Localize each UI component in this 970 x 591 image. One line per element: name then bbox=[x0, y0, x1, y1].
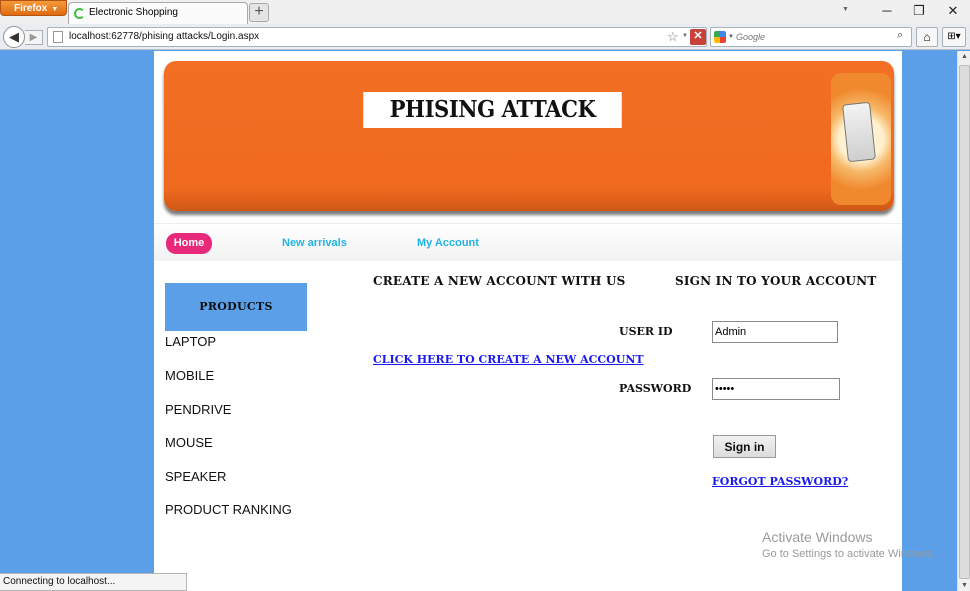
signin-title: SIGN IN TO YOUR ACCOUNT bbox=[675, 274, 877, 288]
site-title: PHISING ATTACK bbox=[363, 92, 622, 128]
back-forward-group: ◀ ▶ bbox=[3, 26, 43, 48]
scroll-up-icon[interactable]: ▲ bbox=[961, 53, 968, 60]
search-icon[interactable]: ⌕ bbox=[897, 29, 903, 42]
scroll-down-icon[interactable]: ▼ bbox=[961, 582, 968, 589]
sidebar-item-pendrive[interactable]: PENDRIVE bbox=[165, 402, 231, 417]
sign-in-button[interactable]: Sign in bbox=[713, 435, 776, 458]
url-text: localhost:62778/phising attacks/Login.as… bbox=[69, 31, 260, 42]
browser-tab[interactable]: Electronic Shopping bbox=[68, 2, 248, 24]
create-account-link[interactable]: CLICK HERE TO CREATE A NEW ACCOUNT bbox=[373, 353, 644, 366]
bookmark-star-icon[interactable]: ☆ bbox=[667, 29, 679, 45]
scroll-thumb[interactable] bbox=[959, 65, 970, 579]
main-nav: Home New arrivals My Account bbox=[154, 223, 902, 261]
page-scrollbar[interactable]: ▲ ▼ bbox=[957, 51, 970, 591]
user-id-input[interactable] bbox=[712, 321, 838, 343]
page-icon bbox=[53, 31, 63, 43]
nav-my-account[interactable]: My Account bbox=[417, 237, 479, 249]
search-engine-dropdown-icon[interactable]: ▼ bbox=[728, 34, 734, 40]
activate-windows-title: Activate Windows bbox=[762, 529, 873, 545]
google-icon[interactable] bbox=[714, 31, 726, 43]
phone-shape bbox=[842, 101, 876, 163]
close-window-icon[interactable]: ✕ bbox=[938, 2, 968, 20]
search-bar: ▼ ⌕ bbox=[710, 27, 912, 47]
home-icon[interactable]: ⌂ bbox=[916, 27, 938, 47]
products-heading: PRODUCTS bbox=[165, 283, 307, 331]
tab-list-icon[interactable]: ▼ bbox=[842, 6, 849, 13]
create-account-title: CREATE A NEW ACCOUNT WITH US bbox=[373, 274, 626, 288]
status-bar: Connecting to localhost... bbox=[0, 573, 187, 591]
password-label: PASSWORD bbox=[619, 382, 692, 395]
sidebar-item-product-ranking[interactable]: PRODUCT RANKING bbox=[165, 502, 292, 517]
browser-navbar: ◀ ▶ localhost:62778/phising attacks/Logi… bbox=[0, 24, 970, 50]
nav-new-arrivals[interactable]: New arrivals bbox=[282, 237, 347, 249]
search-input[interactable] bbox=[736, 30, 896, 44]
loading-spinner-icon bbox=[74, 8, 85, 19]
sidebar-item-laptop[interactable]: LAPTOP bbox=[165, 334, 216, 349]
page-container: PHISING ATTACK Home New arrivals My Acco… bbox=[154, 51, 902, 591]
sidebar-item-speaker[interactable]: SPEAKER bbox=[165, 469, 226, 484]
restore-icon[interactable]: ❐ bbox=[904, 2, 934, 20]
addons-icon[interactable]: ⊞▾ bbox=[942, 27, 966, 47]
phone-logo-icon bbox=[831, 73, 891, 205]
activate-windows-subtitle: Go to Settings to activate Windows. bbox=[762, 548, 936, 560]
firefox-menu-label: Firefox bbox=[14, 3, 48, 14]
back-arrow-icon[interactable]: ◀ bbox=[3, 26, 25, 48]
new-tab-button[interactable]: + bbox=[249, 3, 269, 22]
browser-titlebar: Firefox ▼ Electronic Shopping + ▼ ─ ❐ ✕ bbox=[0, 0, 970, 24]
stop-icon[interactable]: ✕ bbox=[690, 29, 706, 45]
chevron-down-icon: ▼ bbox=[51, 6, 59, 13]
sidebar-item-mouse[interactable]: MOUSE bbox=[165, 435, 213, 450]
tab-title: Electronic Shopping bbox=[89, 7, 178, 18]
forgot-password-link[interactable]: FORGOT PASSWORD? bbox=[712, 475, 848, 488]
minimize-icon[interactable]: ─ bbox=[872, 2, 902, 20]
url-dropdown-icon[interactable]: ▼ bbox=[682, 33, 688, 39]
url-bar[interactable]: localhost:62778/phising attacks/Login.as… bbox=[47, 27, 707, 47]
user-id-label: USER ID bbox=[619, 325, 673, 338]
sidebar-item-mobile[interactable]: MOBILE bbox=[165, 368, 214, 383]
nav-home-button[interactable]: Home bbox=[166, 233, 212, 254]
header-banner: PHISING ATTACK bbox=[164, 61, 894, 211]
forward-arrow-icon[interactable]: ▶ bbox=[25, 30, 43, 45]
password-input[interactable] bbox=[712, 378, 840, 400]
firefox-menu-button[interactable]: Firefox ▼ bbox=[0, 0, 67, 16]
